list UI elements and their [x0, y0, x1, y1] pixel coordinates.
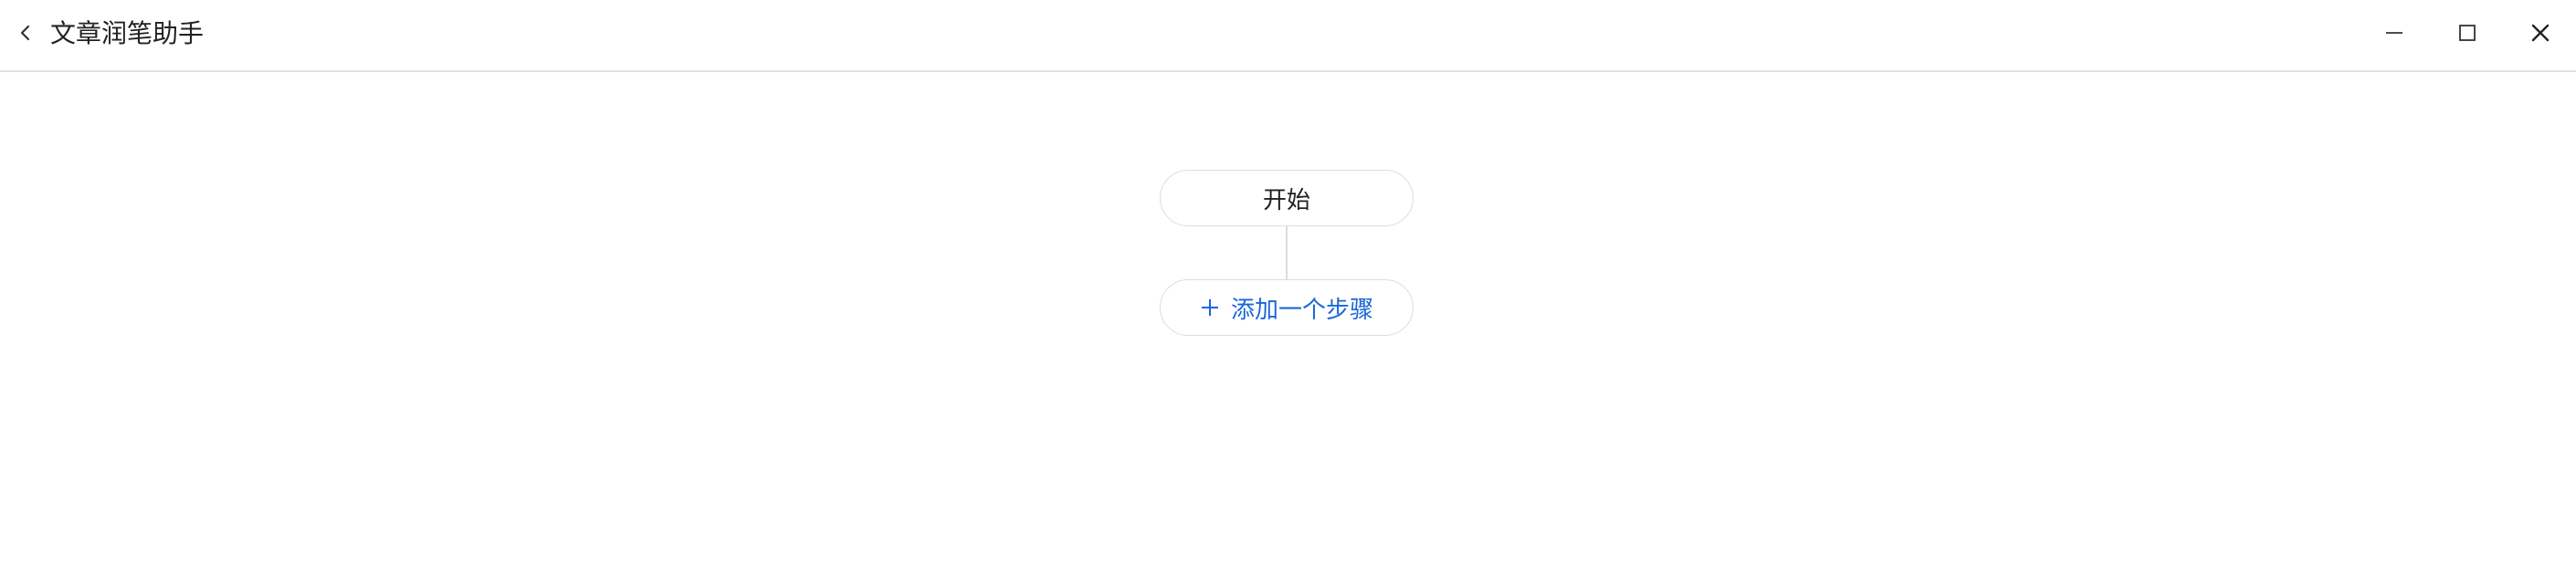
maximize-button[interactable]: [2447, 15, 2487, 51]
window-title: 文章润笔助手: [50, 18, 205, 48]
close-icon: [2531, 24, 2550, 42]
close-button[interactable]: [2520, 15, 2560, 51]
add-step-label: 添加一个步骤: [1230, 296, 1373, 324]
plus-icon: [1201, 299, 1218, 316]
minimize-button[interactable]: [2374, 15, 2414, 51]
maximize-icon: [2459, 25, 2476, 41]
flow-connector: [1286, 226, 1288, 279]
chevron-left-icon: [20, 25, 30, 41]
title-bar: 文章润笔助手: [0, 0, 2576, 72]
add-step-button[interactable]: 添加一个步骤: [1160, 279, 1414, 336]
minimize-icon: [2386, 32, 2403, 34]
back-button[interactable]: [11, 16, 40, 49]
start-node-label: 开始: [1262, 186, 1310, 214]
start-node: 开始: [1160, 170, 1414, 226]
workflow-canvas: 开始 添加一个步骤: [0, 72, 2576, 564]
